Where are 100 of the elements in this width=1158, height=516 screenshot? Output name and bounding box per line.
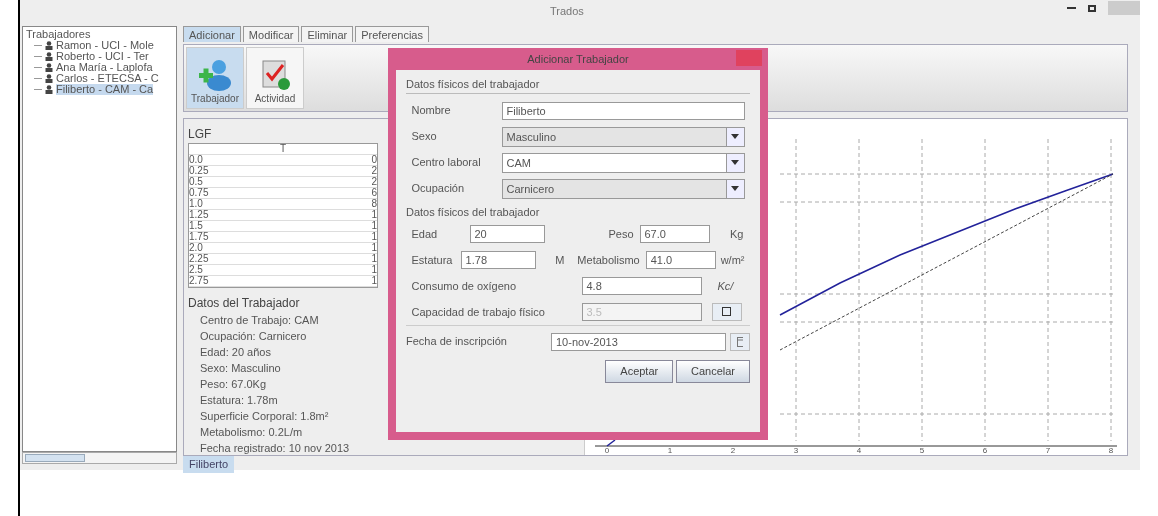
field-label: Peso (607, 226, 635, 242)
person-icon (45, 63, 53, 72)
detail-text: Sexo: Masculino (199, 360, 282, 376)
tree-item[interactable]: Ramon - UCI - Mole (56, 40, 154, 51)
field-label: Estatura (411, 252, 454, 268)
table-cell-text: 0.25 (189, 166, 210, 176)
unit-label: Kc/ (717, 278, 734, 294)
dialog-title: Adicionar Trabajador (527, 53, 629, 65)
input-field[interactable]: 67.0 (639, 224, 710, 243)
axis-tick-label: 1 (667, 446, 673, 455)
unit-label: M (554, 252, 565, 268)
add-user-icon (197, 57, 233, 91)
table-cell-text: 1.75 (189, 232, 210, 242)
table-cell: 1 (371, 232, 377, 242)
person-icon (45, 85, 53, 94)
detail-text: Edad: 20 años (199, 344, 272, 360)
toolbar-button[interactable]: Trabajador (186, 47, 244, 109)
table-cell-text: 0.0 (189, 155, 204, 165)
tree-item[interactable]: Carlos - ETECSA - C (56, 73, 159, 84)
column-header: T (278, 144, 288, 154)
table-cell: 1 (371, 265, 377, 275)
table-cell: 2 (371, 177, 377, 187)
field-label: Fecha de inscripción (406, 334, 508, 350)
table-cell: 1 (371, 254, 377, 264)
detail-text: Peso: 67.0Kg (199, 376, 268, 392)
date-field[interactable]: 10-nov-2013 (551, 332, 726, 351)
toolbar-button[interactable]: Actividad (246, 47, 304, 109)
dropdown[interactable]: CAM (501, 152, 745, 173)
table-cell: 1 (371, 210, 377, 220)
person-icon (45, 52, 53, 61)
caret-icon (731, 160, 739, 165)
window-title: Trados (550, 4, 584, 19)
table-cell-text: 2.25 (189, 254, 210, 264)
tree-item[interactable]: Filiberto - CAM - Ca (56, 84, 154, 95)
table-cell: 1 (371, 276, 377, 286)
table-cell-text: 2.5 (189, 265, 204, 275)
axis-tick-label: 4 (856, 446, 862, 455)
unit-label: Kg (729, 226, 744, 242)
axis-tick-label: 7 (1045, 446, 1051, 455)
tab[interactable]: Modificar (242, 26, 300, 42)
person-icon (45, 74, 53, 83)
detail-text: Centro de Trabajo: CAM (199, 312, 320, 328)
table-cell: 0 (371, 155, 377, 165)
tab[interactable]: Preferencias (355, 26, 429, 42)
dropdown[interactable]: Masculino (501, 126, 745, 147)
dialog-button[interactable]: Cancelar (675, 360, 750, 383)
table-cell-text: 0.5 (189, 177, 204, 187)
field-label: Metabolismo (576, 252, 641, 268)
table-cell: 6 (371, 188, 377, 198)
group-title: LGF (188, 126, 213, 143)
input-field[interactable]: 20 (469, 224, 545, 243)
detail-text: Superficie Corporal: 1.8m² (199, 408, 330, 424)
detail-text: Estatura: 1.78m (199, 392, 279, 408)
table-cell-text: 2.0 (189, 243, 204, 253)
input-field[interactable]: 1.78 (460, 250, 536, 269)
table-cell: 1 (371, 243, 377, 253)
table-cell-text: 2.75 (189, 276, 210, 286)
axis-tick-label: 5 (919, 446, 925, 455)
square-button[interactable] (711, 302, 742, 321)
person-icon (45, 41, 53, 50)
field-label: Capacidad de trabajo físico (411, 304, 546, 320)
table-cell: 2 (371, 166, 377, 176)
table-cell: 1 (371, 221, 377, 231)
field-label: Edad (411, 226, 439, 242)
calendar-button[interactable] (730, 332, 750, 351)
detail-text: Fecha registrado: 10 nov 2013 (199, 440, 351, 456)
input-field[interactable]: Filiberto (501, 101, 745, 120)
group-title: Datos físicos del trabajador (406, 77, 541, 92)
caret-icon (731, 186, 739, 191)
dialog-button[interactable]: Aceptar (605, 360, 674, 383)
tab[interactable]: Filiberto (183, 456, 235, 473)
field-label: Ocupación (411, 181, 466, 197)
input-field[interactable]: 4.8 (581, 276, 702, 295)
axis-tick-label: 0 (604, 446, 610, 455)
dropdown[interactable]: Carnicero (501, 178, 745, 199)
field-label: Consumo de oxígeno (411, 278, 518, 294)
table-cell: 8 (371, 199, 377, 209)
horizontal-scrollbar[interactable] (22, 452, 177, 464)
tree-item[interactable]: Trabajadores (26, 29, 91, 40)
tree-item[interactable]: Roberto - UCI - Ter (56, 51, 149, 62)
tab[interactable]: Adicionar (183, 26, 241, 42)
input-field[interactable]: 41.0 (645, 250, 716, 269)
axis-tick-label: 6 (982, 446, 988, 455)
tab[interactable]: Eliminar (301, 26, 354, 42)
axis-tick-label: 8 (1108, 446, 1114, 455)
group-title: Datos del Trabajador (188, 294, 301, 312)
unit-label: w/m² (719, 252, 745, 268)
table-cell-text: 1.5 (189, 221, 204, 231)
tree-item[interactable]: Ana María - Laplofa (56, 62, 153, 73)
field-label: Nombre (411, 103, 452, 119)
axis-tick-label: 3 (793, 446, 799, 455)
input-field: 3.5 (581, 302, 702, 321)
group-title: Datos físicos del trabajador (406, 205, 541, 221)
detail-text: Metabolismo: 0.2L/m (199, 424, 304, 440)
field-label: Sexo (411, 129, 438, 145)
maximize-icon[interactable] (1088, 4, 1096, 12)
axis-tick-label: 2 (730, 446, 736, 455)
table-cell-text: 0.75 (189, 188, 210, 198)
field-label: Centro laboral (411, 155, 482, 171)
table-cell-text: 1.25 (189, 210, 210, 220)
